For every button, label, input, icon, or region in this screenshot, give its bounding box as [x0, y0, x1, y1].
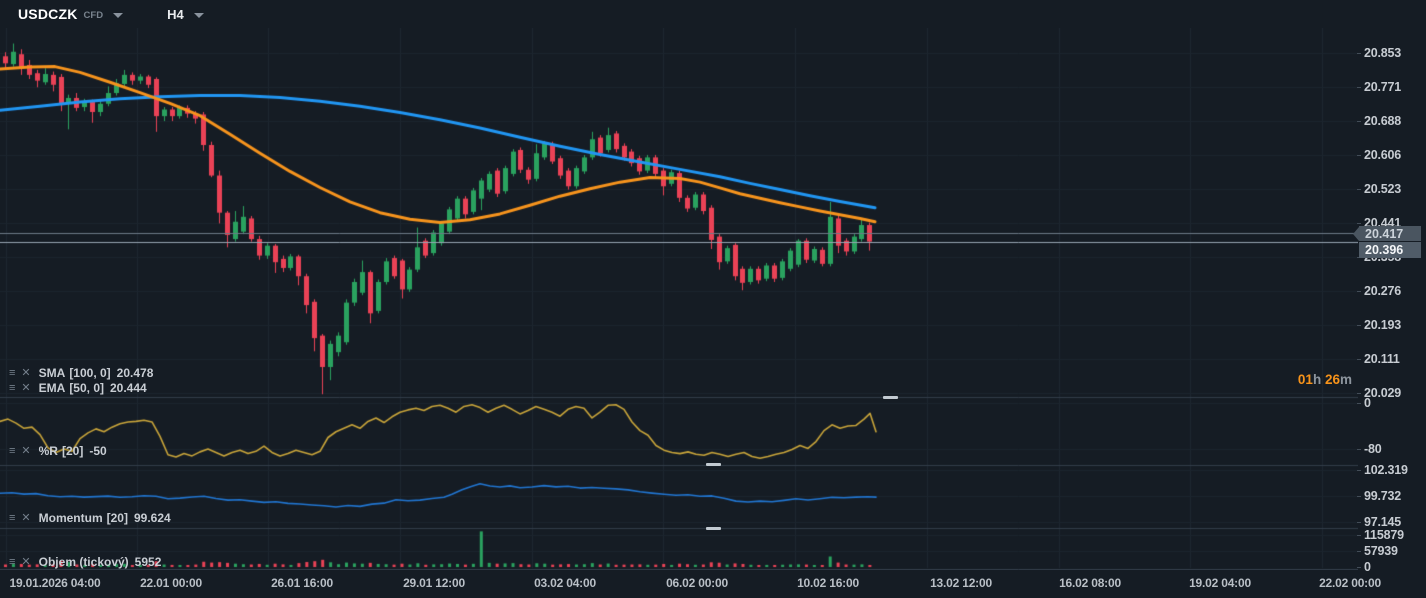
indicator-close-icon[interactable]: ✕ — [20, 512, 31, 524]
price-tag-upper-value: 20.417 — [1365, 226, 1404, 241]
indicator-settings-icon[interactable]: ≡ — [8, 367, 16, 379]
time-axis-label[interactable]: 19.01.2026 04:00 — [10, 576, 101, 590]
indicator-params: [50, 0] — [69, 381, 104, 395]
indicator-name: EMA — [38, 381, 66, 395]
chart-header: USDCZK CFD H4 — [0, 0, 1426, 28]
timeframe-selector[interactable]: H4 — [167, 7, 204, 22]
time-axis-label[interactable]: 06.02 00:00 — [666, 576, 728, 590]
indicator-close-icon[interactable]: ✕ — [20, 556, 31, 568]
panel-resize-handle[interactable] — [883, 396, 898, 399]
indicator-settings-icon[interactable]: ≡ — [8, 512, 16, 524]
indicator-value: -50 — [89, 444, 107, 458]
time-axis-label[interactable]: 03.02 04:00 — [534, 576, 596, 590]
indicator-name: SMA — [38, 366, 66, 380]
momentum-axis-label[interactable]: 97.145 — [1356, 515, 1401, 529]
price-tag-upper: 20.417 — [1359, 226, 1421, 241]
panel-resize-handle[interactable] — [706, 527, 721, 530]
panel-resize-handle[interactable] — [706, 463, 721, 466]
legend-momentum: ≡ ✕ Momentum [20] 99.624 — [8, 511, 171, 525]
momentum-axis-label[interactable]: 102.319 — [1357, 463, 1408, 477]
legend-wpr: ≡ ✕ %R [20] -50 — [8, 444, 107, 458]
indicator-value: 20.478 — [116, 366, 154, 380]
chart-canvas[interactable] — [0, 28, 1358, 570]
indicator-close-icon[interactable]: ✕ — [20, 367, 31, 379]
price-tag-lower: 20.396 — [1359, 242, 1421, 258]
indicator-name: %R — [38, 444, 58, 458]
time-axis-label[interactable]: 22.01 00:00 — [140, 576, 202, 590]
price-axis-label[interactable]: 20.771 — [1356, 80, 1401, 94]
indicator-name: Objem (tickový) — [38, 555, 129, 569]
indicator-settings-icon[interactable]: ≡ — [8, 445, 16, 457]
price-axis-label[interactable]: 20.523 — [1356, 182, 1401, 196]
price-axis-label[interactable]: 20.853 — [1356, 46, 1401, 60]
indicator-value: 5952 — [134, 555, 162, 569]
legend-sma: ≡ ✕ SMA [100, 0] 20.478 — [8, 366, 153, 380]
momentum-axis-label[interactable]: 99.732 — [1356, 489, 1401, 503]
price-tag-lower-value: 20.396 — [1365, 243, 1404, 257]
time-axis-label[interactable]: 13.02 12:00 — [930, 576, 992, 590]
price-axis-label[interactable]: 20.606 — [1356, 148, 1401, 162]
timeframe-label: H4 — [167, 6, 184, 22]
timeframe-caret-down-icon — [193, 12, 204, 18]
time-axis-label[interactable]: 16.02 08:00 — [1059, 576, 1121, 590]
time-axis-label[interactable]: 10.02 16:00 — [797, 576, 859, 590]
timer-hours: 01 — [1297, 372, 1313, 387]
time-axis-label[interactable]: 26.01 16:00 — [271, 576, 333, 590]
indicator-value: 99.624 — [133, 511, 171, 525]
volume-axis-label[interactable]: 115879 — [1357, 528, 1404, 542]
symbol-selector[interactable]: USDCZK CFD — [18, 6, 124, 22]
time-axis-label[interactable]: 29.01 12:00 — [403, 576, 465, 590]
indicator-settings-icon[interactable]: ≡ — [8, 556, 16, 568]
wpr-axis-label[interactable]: -80 — [1356, 442, 1382, 456]
price-axis-label[interactable]: 20.111 — [1357, 352, 1400, 366]
time-axis-label[interactable]: 22.02 00:00 — [1319, 576, 1381, 590]
volume-axis-label[interactable]: 0 — [1357, 560, 1371, 574]
symbol-label: USDCZK — [18, 6, 78, 22]
price-axis-label[interactable]: 20.276 — [1356, 284, 1401, 298]
candle-countdown-timer: 01h 26m — [1298, 372, 1352, 387]
volume-axis-label[interactable]: 57939 — [1357, 544, 1398, 558]
indicator-params: [20] — [61, 444, 84, 458]
price-axis-label[interactable]: 20.193 — [1356, 318, 1401, 332]
timer-hours-unit: h — [1312, 372, 1322, 387]
time-axis-label[interactable]: 19.02 04:00 — [1189, 576, 1251, 590]
timer-minutes: 26 — [1324, 372, 1340, 387]
legend-volume: ≡ ✕ Objem (tickový) 5952 — [8, 555, 161, 569]
indicator-params: [100, 0] — [69, 366, 111, 380]
symbol-caret-down-icon — [113, 12, 124, 18]
legend-ema: ≡ ✕ EMA [50, 0] 20.444 — [8, 381, 147, 395]
cfd-badge: CFD — [83, 9, 104, 21]
indicator-settings-icon[interactable]: ≡ — [8, 382, 16, 394]
indicator-value: 20.444 — [110, 381, 147, 395]
indicator-params: [20] — [106, 511, 128, 525]
indicator-name: Momentum — [38, 511, 103, 525]
wpr-axis-label[interactable]: 0 — [1357, 396, 1371, 410]
timer-minutes-unit: m — [1339, 372, 1352, 387]
price-axis-label[interactable]: 20.688 — [1356, 114, 1401, 128]
trading-chart-app: USDCZK CFD H4 ≡ ✕ SMA [100, 0] 20.478 ≡ … — [0, 0, 1426, 598]
indicator-close-icon[interactable]: ✕ — [20, 445, 31, 457]
indicator-close-icon[interactable]: ✕ — [20, 382, 31, 394]
